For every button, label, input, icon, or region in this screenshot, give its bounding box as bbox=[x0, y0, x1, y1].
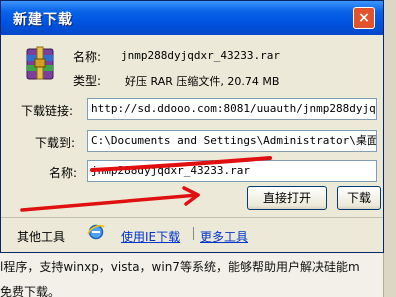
save-to-field[interactable]: C:\Documents and Settings\Administrator\… bbox=[87, 130, 377, 152]
file-name-value: jnmp288dyjqdxr_43233.rar bbox=[121, 49, 280, 62]
file-type-label: 类型: bbox=[73, 74, 102, 88]
link-separator bbox=[193, 227, 194, 240]
dialog-title: 新建下载 bbox=[13, 12, 73, 28]
open-directly-button[interactable]: 直接打开 bbox=[247, 186, 327, 210]
rar-archive-icon bbox=[26, 46, 54, 80]
download-link-field[interactable]: http://sd.ddooo.com:8081/uuauth/jnmp288d… bbox=[87, 98, 377, 120]
close-button[interactable]: × bbox=[353, 7, 375, 29]
other-tools-label: 其他工具 bbox=[17, 230, 66, 244]
footer-divider bbox=[1, 217, 383, 218]
internet-explorer-icon bbox=[87, 224, 105, 240]
name-label: 名称: bbox=[49, 166, 78, 180]
new-download-dialog: 新建下载 × 名称: jnmp288dyjqdxr_43233.rar 类型: … bbox=[0, 0, 384, 253]
use-ie-download-link[interactable]: 使用IE下载 bbox=[121, 228, 180, 245]
more-tools-link[interactable]: 更多工具 bbox=[200, 228, 248, 245]
background-scrollbar bbox=[383, 0, 396, 297]
background-text-line-1: l程序，支持winxp，vista，win7等系统，能够帮助用户解决硅能m bbox=[0, 260, 360, 274]
link-label: 下载链接: bbox=[21, 104, 74, 118]
save-to-label: 下载到: bbox=[35, 136, 76, 150]
file-type-value: 好压 RAR 压缩文件, 20.74 MB bbox=[125, 75, 280, 88]
save-name-field[interactable]: jnmp288dyjqdxr_43233.rar bbox=[87, 160, 377, 182]
file-name-label: 名称: bbox=[73, 50, 102, 64]
download-button[interactable]: 下载 bbox=[337, 186, 381, 210]
dialog-titlebar[interactable]: 新建下载 × bbox=[1, 1, 383, 35]
background-text-line-2: 免费下载。 bbox=[0, 285, 61, 297]
